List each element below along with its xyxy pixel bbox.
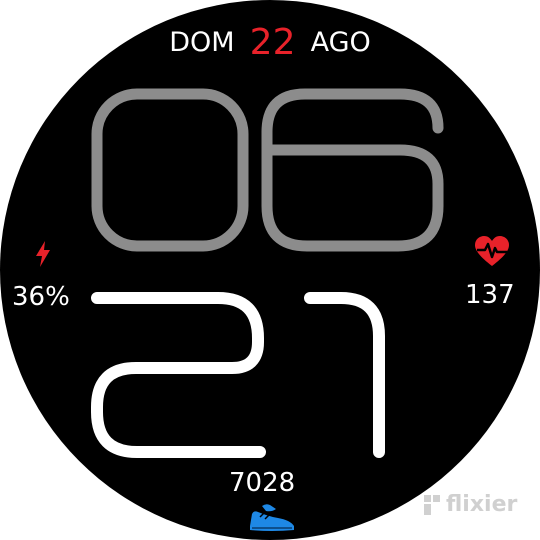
watch-face[interactable]: DOM 22 AGO 36% 137 7028 bbox=[0, 0, 540, 540]
step-count: 7028 bbox=[229, 468, 296, 498]
hour-digit-0 bbox=[91, 88, 249, 252]
minute-digit-2 bbox=[91, 292, 266, 458]
watermark-text: flixier bbox=[446, 492, 518, 517]
battery-level: 36% bbox=[12, 282, 70, 312]
flixier-logo-icon bbox=[424, 494, 440, 515]
watermark: flixier bbox=[424, 492, 517, 517]
running-shoe-icon bbox=[250, 504, 294, 531]
minute-digit-1 bbox=[304, 292, 385, 458]
hour-digits bbox=[91, 88, 444, 252]
time-digits bbox=[91, 88, 444, 458]
screen: DOM 22 AGO 36% 137 7028 flixier bbox=[0, 0, 540, 540]
hour-digit-6 bbox=[261, 88, 444, 252]
lightning-bolt-icon bbox=[36, 241, 50, 267]
heart-pulse-icon bbox=[475, 236, 509, 266]
minute-digits bbox=[91, 292, 385, 458]
heart-rate-value: 137 bbox=[465, 280, 515, 310]
